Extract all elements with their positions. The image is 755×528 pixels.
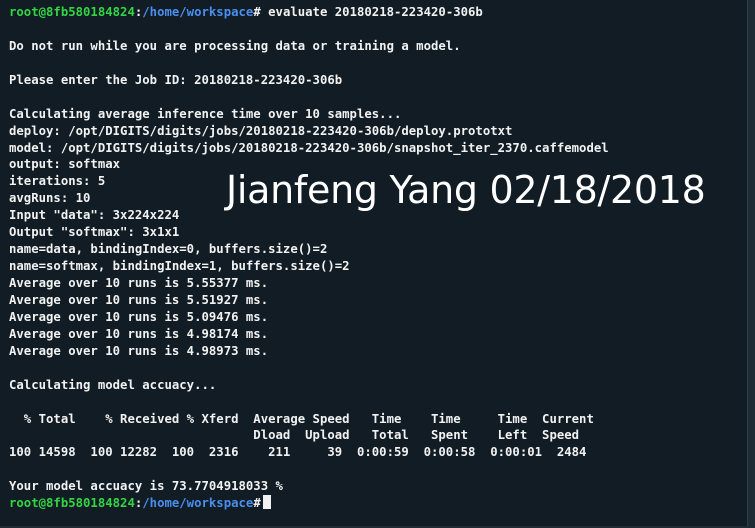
output-line: deploy: /opt/DIGITS/digits/jobs/20180218…	[9, 123, 513, 138]
prompt-path: /home/workspace	[142, 496, 254, 511]
output-block: Do not run while you are processing data…	[9, 21, 755, 495]
accuracy-result-line: Your model accuacy is 73.7704918033 %	[9, 479, 283, 494]
output-line: Average over 10 runs is 4.98174 ms.	[9, 326, 269, 341]
prompt-user-host: root@8fb580184824	[9, 496, 135, 511]
prompt-user-host: root@8fb580184824	[9, 5, 135, 19]
output-line: model: /opt/DIGITS/digits/jobs/20180218-…	[9, 140, 609, 155]
command-prompt-line: root@8fb580184824:/home/workspace# evalu…	[9, 5, 483, 19]
window-right-border	[747, 0, 755, 528]
active-prompt-line[interactable]: root@8fb580184824:/home/workspace#	[9, 495, 755, 512]
output-line: Average over 10 runs is 5.51927 ms.	[9, 292, 269, 307]
output-line: Calculating average inference time over …	[9, 106, 402, 121]
curl-header-line-1: % Total % Received % Xferd Average Speed…	[9, 411, 594, 426]
output-line: name=softmax, bindingIndex=1, buffers.si…	[9, 259, 350, 274]
curl-progress-line: 100 14598 100 12282 100 2316 211 39 0:00…	[9, 445, 587, 460]
terminal-window[interactable]: root@8fb580184824:/home/workspace# evalu…	[0, 0, 755, 528]
command-text: evaluate 20180218-223420-306b	[260, 5, 483, 19]
curl-header-line-2: Dload Upload Total Spent Left Speed	[9, 428, 580, 443]
output-line: Output "softmax": 3x1x1	[9, 225, 180, 240]
prompt-symbol: #	[253, 496, 261, 511]
output-line: Average over 10 runs is 4.98973 ms.	[9, 343, 269, 358]
output-line: Calculating model accuacy...	[9, 377, 217, 392]
output-line: Please enter the Job ID: 20180218-223420…	[9, 72, 343, 87]
author-date-watermark: Jianfeng Yang 02/18/2018	[226, 168, 706, 212]
output-line: Do not run while you are processing data…	[9, 38, 461, 53]
output-line: name=data, bindingIndex=0, buffers.size(…	[9, 242, 328, 257]
output-line: Average over 10 runs is 5.09476 ms.	[9, 309, 269, 324]
prompt-path: /home/workspace	[142, 5, 254, 19]
text-cursor[interactable]	[262, 495, 271, 510]
output-line: Average over 10 runs is 5.55377 ms.	[9, 276, 269, 290]
prompt-symbol: #	[253, 5, 261, 19]
